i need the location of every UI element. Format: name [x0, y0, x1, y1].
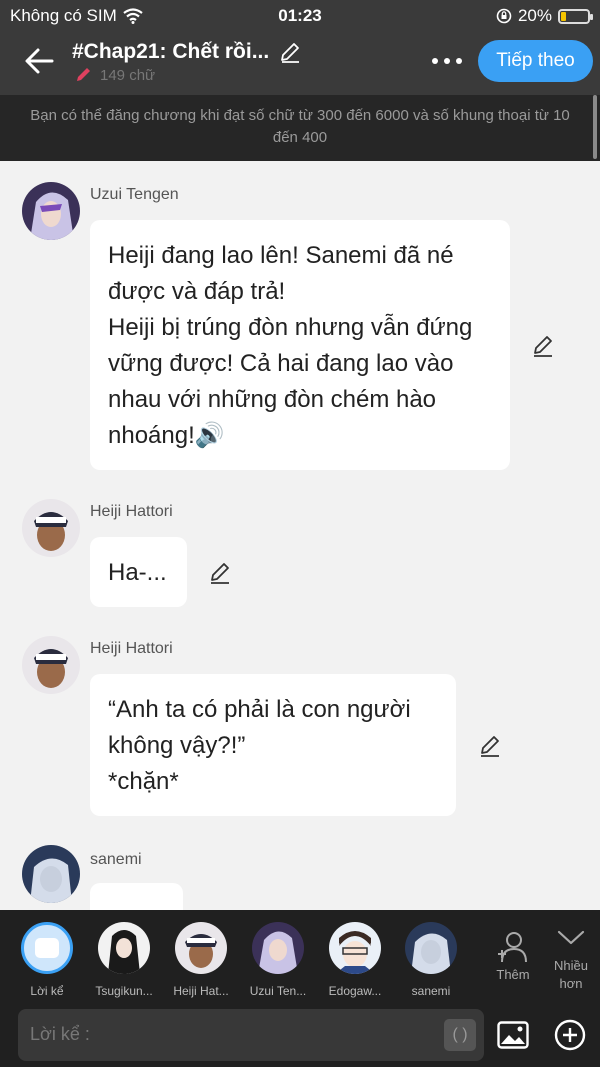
character-item[interactable]: Edogaw... — [317, 922, 393, 998]
character-item[interactable]: Heiji Hat... — [163, 922, 239, 998]
more-label: Nhiều hơn — [554, 958, 588, 991]
narrator-icon — [21, 922, 73, 974]
next-button[interactable]: Tiếp theo — [478, 40, 593, 82]
more-options-button[interactable] — [432, 58, 462, 64]
add-character-button[interactable]: Thêm — [490, 930, 536, 982]
header: #Chap21: Chết rồi... 149 chữ Tiếp theo — [0, 30, 600, 95]
message-bubble[interactable]: Heiji đang lao lên! Sanemi đã né được và… — [90, 220, 510, 470]
character-item[interactable]: sanemi — [393, 922, 469, 998]
add-label: Thêm — [496, 967, 530, 982]
character-label: Edogaw... — [328, 984, 382, 998]
chevron-down-icon — [557, 930, 585, 945]
chapter-title[interactable]: #Chap21: Chết rồi... — [72, 40, 301, 64]
status-bar: Không có SIM 01:23 20% — [0, 0, 600, 30]
status-right: 20% — [496, 6, 593, 26]
word-count-text: 149 chữ — [100, 66, 156, 84]
character-narrator[interactable]: Lời kể — [9, 922, 85, 998]
input-placeholder: Lời kể : — [30, 1024, 90, 1044]
notice-banner: Bạn có thể đăng chương khi đạt số chữ từ… — [0, 95, 600, 161]
chapter-title-text: #Chap21: Chết rồi... — [72, 40, 270, 63]
message-bubble[interactable]: “Anh ta có phải là con người không vậy?!… — [90, 674, 456, 816]
avatar[interactable] — [22, 182, 80, 240]
character-label: Heiji Hat... — [173, 984, 229, 998]
parenthesis-button[interactable]: ( ) — [444, 1019, 476, 1051]
dot — [456, 58, 462, 64]
avatar[interactable] — [22, 636, 80, 694]
edit-title-icon[interactable] — [279, 41, 301, 63]
character-item[interactable]: Tsugikun... — [86, 922, 162, 998]
back-arrow-icon[interactable] — [22, 44, 58, 78]
image-icon[interactable] — [497, 1021, 529, 1049]
dot — [444, 58, 450, 64]
speaker-name: sanemi — [90, 851, 142, 868]
battery-percent: 20% — [517, 6, 552, 25]
avatar — [405, 922, 457, 974]
edit-icon[interactable] — [478, 734, 502, 758]
message-bubble[interactable]: Ha-... — [90, 537, 187, 607]
avatar — [329, 922, 381, 974]
top-bar: Không có SIM 01:23 20% #Chap21: Chết rồi… — [0, 0, 600, 95]
character-label: sanemi — [411, 984, 451, 998]
character-label: Tsugikun... — [95, 984, 153, 998]
dot — [432, 58, 438, 64]
avatar[interactable] — [22, 845, 80, 903]
avatar — [98, 922, 150, 974]
edit-icon[interactable] — [208, 561, 232, 585]
speaker-name: Heiji Hattori — [90, 503, 173, 520]
add-user-icon — [498, 932, 527, 963]
word-count: 149 chữ — [74, 66, 155, 84]
edit-icon[interactable] — [531, 334, 555, 358]
speaker-name: Uzui Tengen — [90, 186, 179, 203]
scrollbar[interactable] — [593, 95, 597, 159]
character-label: Uzui Ten... — [249, 984, 307, 998]
character-item[interactable]: Uzui Ten... — [240, 922, 316, 998]
avatar — [252, 922, 304, 974]
add-icon[interactable] — [554, 1019, 586, 1051]
orientation-lock-icon — [496, 8, 512, 24]
more-characters-button[interactable]: Nhiều hơn — [548, 928, 594, 993]
avatar[interactable] — [22, 499, 80, 557]
narration-input[interactable]: Lời kể : ( ) — [18, 1009, 484, 1061]
character-label: Lời kể — [30, 984, 64, 998]
battery-fill — [561, 11, 566, 21]
pencil-icon — [77, 68, 90, 81]
avatar — [175, 922, 227, 974]
battery-icon — [558, 8, 593, 24]
speaker-name: Heiji Hattori — [90, 640, 173, 657]
